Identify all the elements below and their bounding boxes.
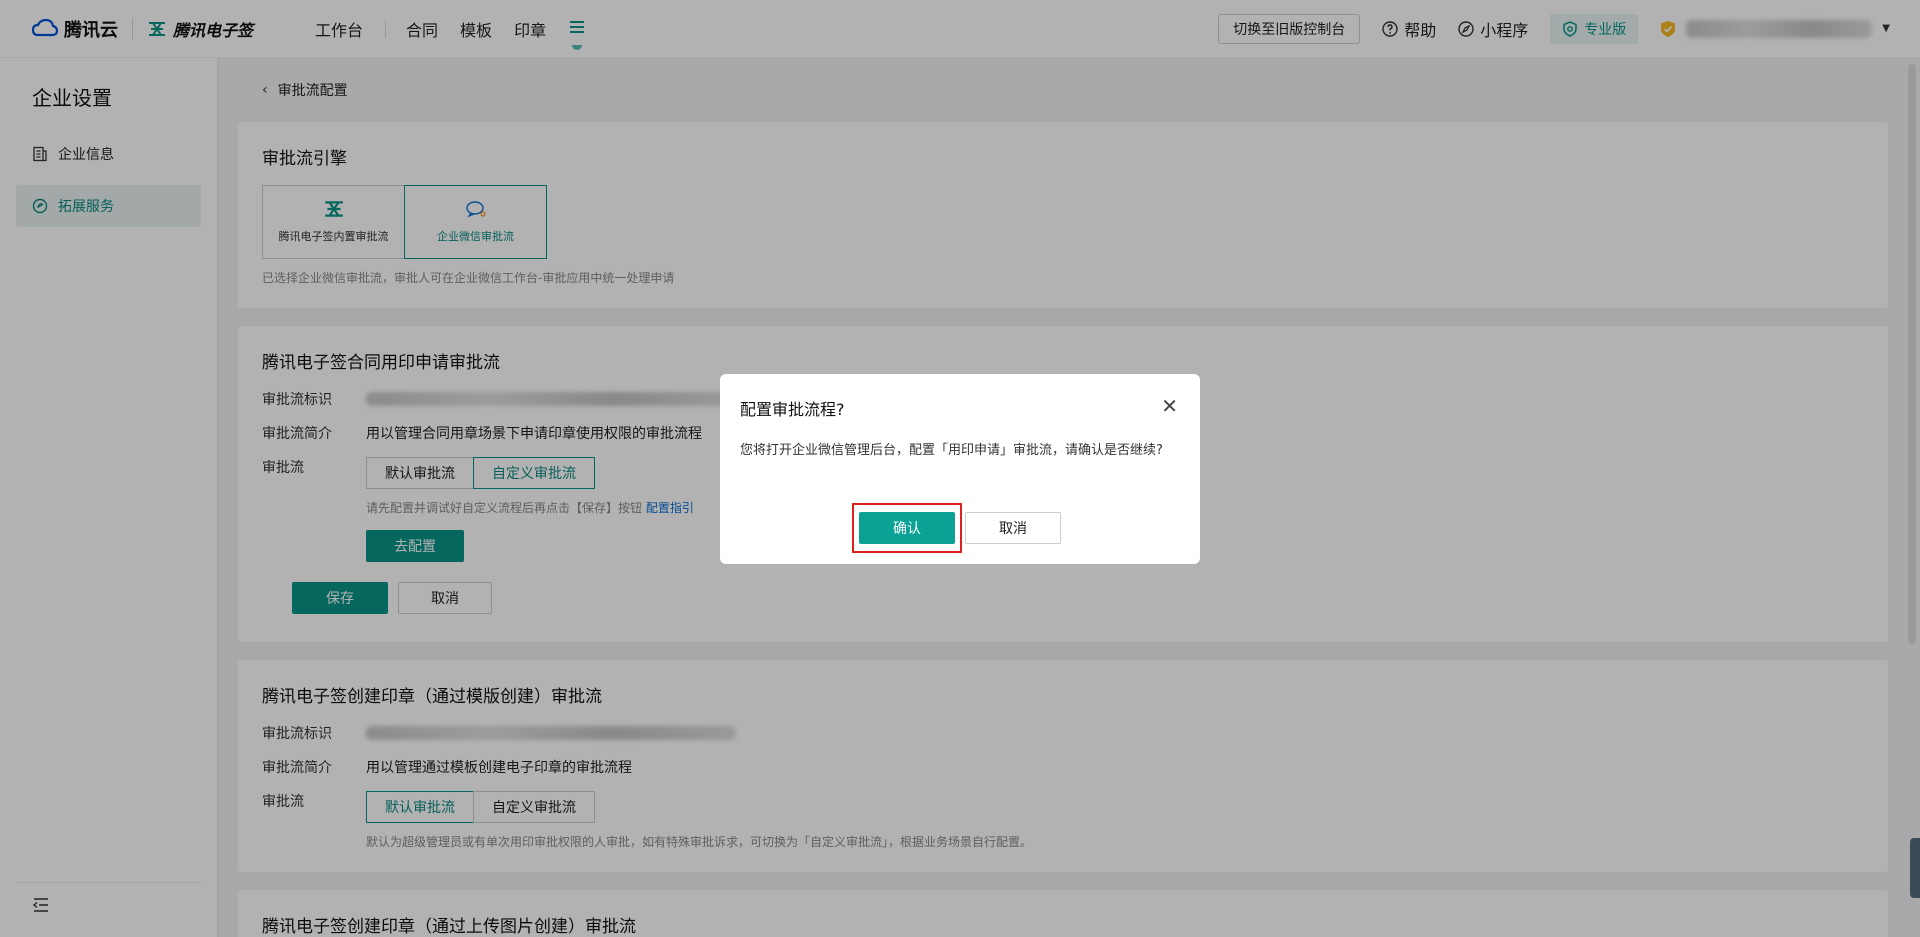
dialog-message: 您将打开企业微信管理后台，配置「用印申请」审批流，请确认是否继续?: [740, 443, 1163, 458]
confirm-button[interactable]: 确认: [859, 512, 955, 544]
configure-flow-dialog: 配置审批流程? ✕ 您将打开企业微信管理后台，配置「用印申请」审批流，请确认是否…: [720, 374, 1200, 564]
floating-side-tab[interactable]: [1910, 838, 1920, 898]
dialog-actions: 确认 取消: [720, 503, 1200, 553]
dialog-cancel-button[interactable]: 取消: [965, 512, 1061, 544]
dialog-title: 配置审批流程?: [740, 400, 845, 419]
close-icon[interactable]: ✕: [1161, 396, 1178, 416]
page-scrollbar[interactable]: [1908, 64, 1916, 644]
confirm-highlight: 确认: [852, 503, 962, 553]
